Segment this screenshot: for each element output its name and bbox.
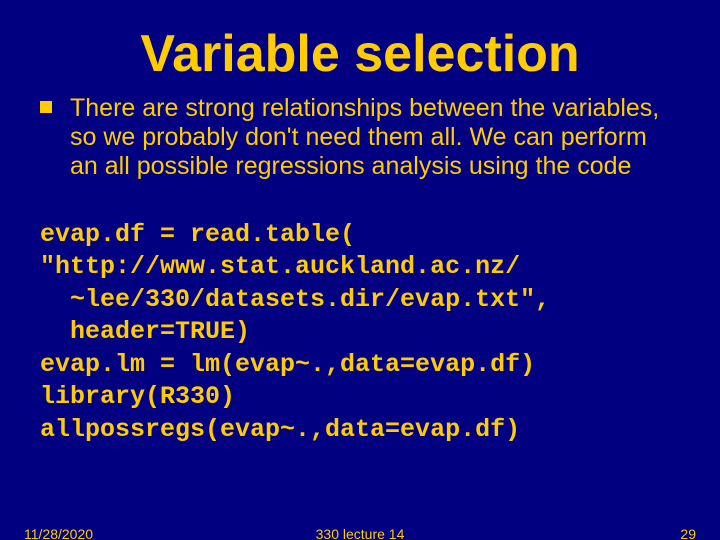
bullet-1: There are strong relationships between t… xyxy=(40,94,680,180)
code-line: allpossregs(evap~.,data=evap.df) xyxy=(40,415,520,444)
code-line: evap.lm = lm(evap~.,data=evap.df) xyxy=(40,350,535,379)
slide-body: There are strong relationships between t… xyxy=(0,94,720,446)
code-block: evap.df = read.table( "http://www.stat.a… xyxy=(40,186,680,446)
code-line: header=TRUE) xyxy=(40,317,250,346)
code-line: evap.df = read.table( xyxy=(40,220,355,249)
footer-page: 29 xyxy=(680,526,696,540)
slide: Variable selection There are strong rela… xyxy=(0,0,720,540)
footer-center: 330 lecture 14 xyxy=(0,526,720,540)
code-line: ~lee/330/datasets.dir/evap.txt", xyxy=(40,285,550,314)
code-line: "http://www.stat.auckland.ac.nz/ xyxy=(40,252,520,281)
code-line: library(R330) xyxy=(40,382,235,411)
slide-title: Variable selection xyxy=(0,0,720,94)
